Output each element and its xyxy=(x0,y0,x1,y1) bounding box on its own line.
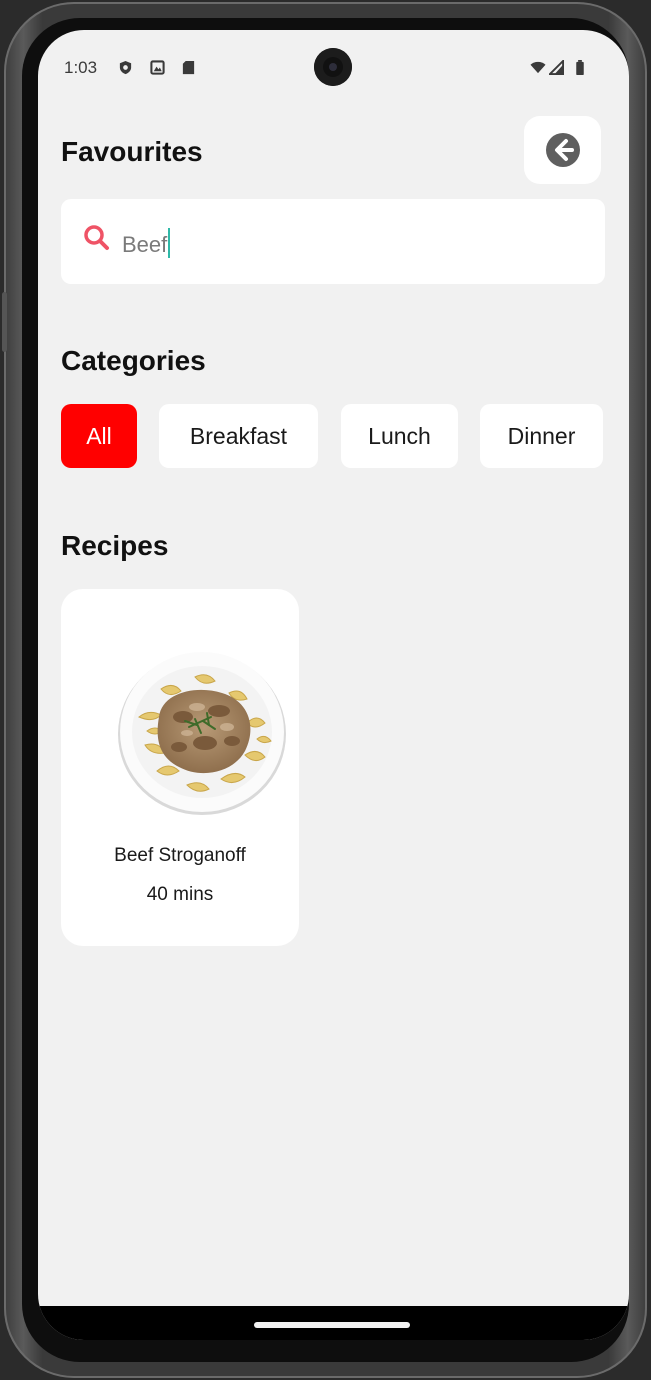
recipe-card[interactable]: Beef Stroganoff 40 mins xyxy=(61,589,299,946)
category-chip-dinner[interactable]: Dinner xyxy=(480,404,603,468)
signal-icon xyxy=(549,60,564,75)
home-indicator[interactable] xyxy=(254,1322,410,1328)
search-input[interactable]: Beef xyxy=(61,199,605,284)
status-bar: 1:03 xyxy=(38,30,629,108)
recipes-title: Recipes xyxy=(61,530,169,561)
recipe-time: 40 mins xyxy=(146,884,214,905)
category-chip-lunch[interactable]: Lunch xyxy=(341,404,458,468)
search-value[interactable]: Beef xyxy=(122,228,171,258)
volume-button xyxy=(2,292,7,352)
shield-icon xyxy=(119,60,132,75)
arrow-left-circle-icon xyxy=(545,133,580,167)
category-chip-all[interactable]: All xyxy=(61,404,137,468)
back-button[interactable] xyxy=(524,116,601,184)
page-title: Favourites xyxy=(61,136,203,167)
search-icon xyxy=(84,225,109,250)
categories-title: Categories xyxy=(61,345,206,376)
battery-icon xyxy=(576,60,584,75)
sd-card-icon xyxy=(182,60,195,75)
image-icon xyxy=(150,60,165,75)
front-camera xyxy=(314,48,352,86)
wifi-icon xyxy=(530,61,546,74)
recipe-image xyxy=(118,652,286,815)
category-chip-breakfast[interactable]: Breakfast xyxy=(159,404,318,468)
recipe-name: Beef Stroganoff xyxy=(114,845,246,866)
status-time: 1:03 xyxy=(64,58,98,77)
app-screen: 1:03 Favourites Beef Categories All Brea… xyxy=(38,30,629,1340)
text-cursor xyxy=(168,228,171,258)
search-text: Beef xyxy=(122,232,168,257)
